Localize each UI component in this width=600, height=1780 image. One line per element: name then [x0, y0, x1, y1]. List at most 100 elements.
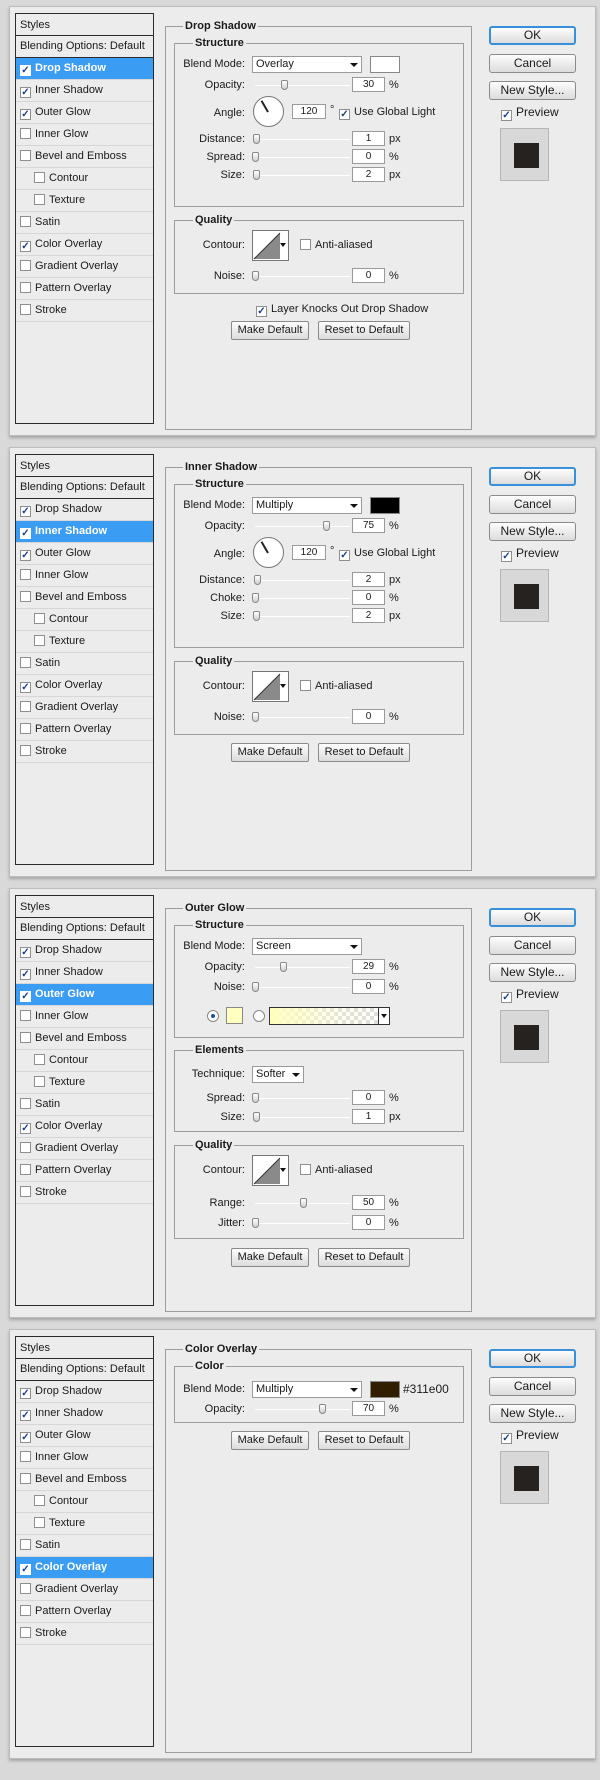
style-item-outer-glow[interactable]: ✓ Outer Glow	[16, 543, 153, 565]
noise-input[interactable]: 0	[352, 268, 385, 283]
styles-header[interactable]: Styles	[16, 896, 153, 918]
style-item-texture[interactable]: Texture	[16, 1072, 153, 1094]
preview-checkbox[interactable]: ✓ Preview	[501, 105, 559, 121]
slider-thumb[interactable]	[252, 134, 260, 144]
cancel-button[interactable]: Cancel	[489, 54, 576, 73]
size-input[interactable]: 1	[352, 1109, 385, 1124]
style-item-drop-shadow[interactable]: ✓ Drop Shadow	[16, 1381, 153, 1403]
style-item-inner-shadow[interactable]: ✓ Inner Shadow	[16, 1403, 153, 1425]
texture-checkbox[interactable]	[34, 1076, 45, 1087]
drop-shadow-checkbox[interactable]: ✓	[20, 506, 31, 517]
ok-button[interactable]: OK	[489, 908, 576, 927]
outer-glow-checkbox[interactable]: ✓	[20, 1432, 31, 1443]
noise-slider[interactable]	[252, 712, 350, 722]
style-item-color-overlay[interactable]: ✓ Color Overlay	[16, 1557, 153, 1579]
blend-mode-select[interactable]: Multiply	[252, 497, 362, 514]
use-global-light-checkbox[interactable]: ✓ Use Global Light	[339, 546, 435, 561]
slider-thumb[interactable]	[252, 1093, 259, 1103]
technique-select[interactable]: Softer	[252, 1066, 304, 1083]
checkbox-box[interactable]: ✓	[501, 992, 512, 1003]
noise-input[interactable]: 0	[352, 709, 385, 724]
style-item-bevel-emboss[interactable]: Bevel and Emboss	[16, 587, 153, 609]
style-item-texture[interactable]: Texture	[16, 1513, 153, 1535]
blending-options-item[interactable]: Blending Options: Default	[16, 1359, 153, 1381]
gradient-overlay-checkbox[interactable]	[20, 260, 31, 271]
bevel-emboss-checkbox[interactable]	[20, 1032, 31, 1043]
jitter-input[interactable]: 0	[352, 1215, 385, 1230]
style-item-pattern-overlay[interactable]: Pattern Overlay	[16, 719, 153, 741]
color-overlay-checkbox[interactable]: ✓	[20, 1564, 31, 1575]
shadow-color-swatch[interactable]	[370, 497, 400, 514]
inner-glow-checkbox[interactable]	[20, 1451, 31, 1462]
choke-input[interactable]: 0	[352, 590, 385, 605]
style-item-inner-shadow[interactable]: ✓ Inner Shadow	[16, 521, 153, 543]
drop-shadow-checkbox[interactable]: ✓	[20, 947, 31, 958]
style-item-inner-shadow[interactable]: ✓ Inner Shadow	[16, 80, 153, 102]
blending-options-item[interactable]: Blending Options: Default	[16, 477, 153, 499]
cancel-button[interactable]: Cancel	[489, 936, 576, 955]
style-item-stroke[interactable]: Stroke	[16, 741, 153, 763]
slider-thumb[interactable]	[252, 152, 259, 162]
style-item-contour[interactable]: Contour	[16, 609, 153, 631]
style-item-texture[interactable]: Texture	[16, 631, 153, 653]
style-item-gradient-overlay[interactable]: Gradient Overlay	[16, 697, 153, 719]
opacity-slider[interactable]	[255, 962, 350, 972]
reset-to-default-button[interactable]: Reset to Default	[318, 1248, 410, 1267]
style-item-contour[interactable]: Contour	[16, 168, 153, 190]
make-default-button[interactable]: Make Default	[231, 321, 309, 340]
choke-slider[interactable]	[252, 593, 350, 603]
contour-checkbox[interactable]	[34, 172, 45, 183]
opacity-slider[interactable]	[255, 1404, 350, 1414]
distance-slider[interactable]	[252, 134, 350, 144]
pattern-overlay-checkbox[interactable]	[20, 282, 31, 293]
style-item-pattern-overlay[interactable]: Pattern Overlay	[16, 1160, 153, 1182]
slider-thumb[interactable]	[253, 575, 261, 585]
style-item-gradient-overlay[interactable]: Gradient Overlay	[16, 1138, 153, 1160]
style-item-drop-shadow[interactable]: ✓ Drop Shadow	[16, 940, 153, 962]
anti-aliased-checkbox[interactable]: Anti-aliased	[300, 238, 372, 252]
angle-dial[interactable]	[253, 537, 284, 568]
solid-color-radio[interactable]	[207, 1010, 219, 1022]
shadow-color-swatch[interactable]	[370, 56, 400, 73]
style-item-inner-glow[interactable]: Inner Glow	[16, 1447, 153, 1469]
blend-mode-select[interactable]: Overlay	[252, 56, 362, 73]
opacity-slider[interactable]	[255, 80, 350, 90]
pattern-overlay-checkbox[interactable]	[20, 1164, 31, 1175]
reset-to-default-button[interactable]: Reset to Default	[318, 743, 410, 762]
glow-color-swatch[interactable]	[226, 1007, 243, 1024]
style-item-gradient-overlay[interactable]: Gradient Overlay	[16, 256, 153, 278]
distance-input[interactable]: 1	[352, 131, 385, 146]
inner-shadow-checkbox[interactable]: ✓	[20, 969, 31, 980]
checkbox-box[interactable]: ✓	[256, 306, 267, 317]
spread-slider[interactable]	[252, 152, 350, 162]
use-global-light-checkbox[interactable]: ✓ Use Global Light	[339, 105, 435, 120]
style-item-pattern-overlay[interactable]: Pattern Overlay	[16, 278, 153, 300]
style-item-bevel-emboss[interactable]: Bevel and Emboss	[16, 1028, 153, 1050]
cancel-button[interactable]: Cancel	[489, 1377, 576, 1396]
outer-glow-checkbox[interactable]: ✓	[20, 991, 31, 1002]
style-item-bevel-emboss[interactable]: Bevel and Emboss	[16, 146, 153, 168]
new-style-button[interactable]: New Style...	[489, 1404, 576, 1423]
angle-input[interactable]: 120	[292, 545, 326, 560]
inner-shadow-checkbox[interactable]: ✓	[20, 87, 31, 98]
stroke-checkbox[interactable]	[20, 304, 31, 315]
outer-glow-checkbox[interactable]: ✓	[20, 550, 31, 561]
style-item-contour[interactable]: Contour	[16, 1491, 153, 1513]
make-default-button[interactable]: Make Default	[231, 1248, 309, 1267]
reset-to-default-button[interactable]: Reset to Default	[318, 1431, 410, 1450]
style-item-contour[interactable]: Contour	[16, 1050, 153, 1072]
slider-thumb[interactable]	[252, 593, 259, 603]
gradient-overlay-checkbox[interactable]	[20, 701, 31, 712]
style-item-inner-glow[interactable]: Inner Glow	[16, 124, 153, 146]
jitter-slider[interactable]	[252, 1218, 350, 1228]
range-slider[interactable]	[255, 1198, 350, 1208]
style-item-drop-shadow[interactable]: ✓ Drop Shadow	[16, 58, 153, 80]
slider-thumb[interactable]	[323, 521, 331, 531]
contour-picker[interactable]	[252, 1155, 289, 1186]
contour-picker[interactable]	[252, 230, 289, 261]
slider-thumb[interactable]	[252, 1218, 259, 1228]
slider-thumb[interactable]	[252, 712, 259, 722]
color-overlay-checkbox[interactable]: ✓	[20, 241, 31, 252]
distance-slider[interactable]	[253, 575, 350, 585]
checkbox-box[interactable]: ✓	[501, 551, 512, 562]
